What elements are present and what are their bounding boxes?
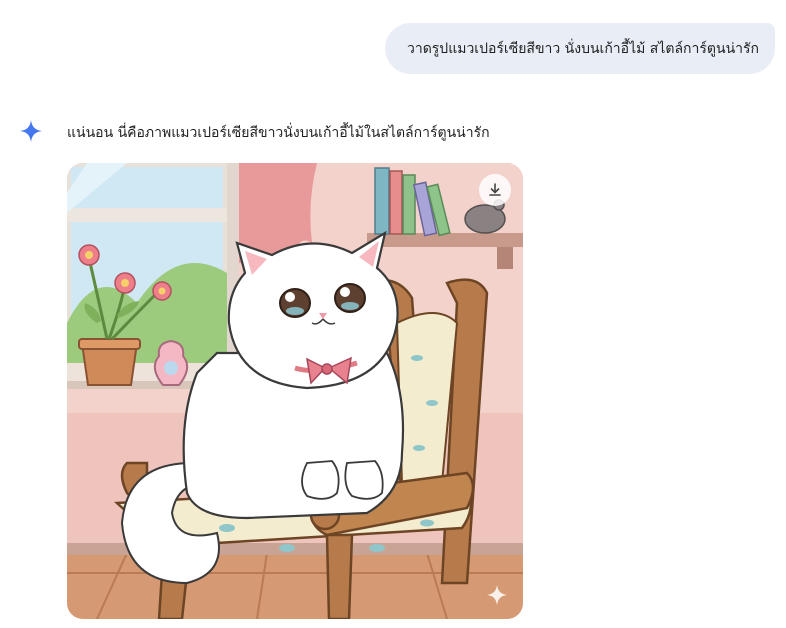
sparkle-icon xyxy=(20,120,42,142)
generated-image[interactable] xyxy=(67,163,523,619)
sparkle-watermark-icon xyxy=(486,584,508,606)
user-message-text: วาดรูปแมวเปอร์เซียสีขาว นั่งบนเก้าอี้ไม้… xyxy=(406,40,759,57)
assistant-message-text: แน่นอน นี่คือภาพแมวเปอร์เซียสีขาวนั่งบนเ… xyxy=(67,125,490,141)
download-icon xyxy=(489,183,501,196)
download-button[interactable] xyxy=(479,174,511,206)
user-message-bubble: วาดรูปแมวเปอร์เซียสีขาว นั่งบนเก้าอี้ไม้… xyxy=(385,23,775,74)
cat-illustration xyxy=(67,163,523,619)
